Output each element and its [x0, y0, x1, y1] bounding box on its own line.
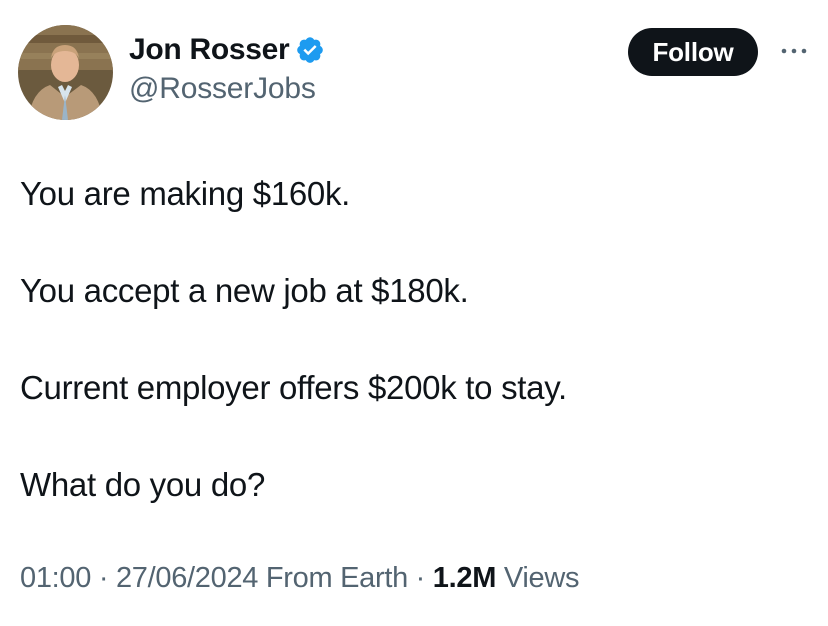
tweet-line: What do you do?: [20, 466, 265, 503]
more-options-icon[interactable]: [780, 44, 808, 58]
verified-badge-icon[interactable]: [295, 35, 325, 65]
author-handle[interactable]: @RosserJobs: [129, 72, 316, 106]
tweet-source: From Earth: [265, 562, 408, 594]
profile-photo: [18, 25, 113, 120]
tweet-meta: 01:00 · 27/06/2024 From Earth · 1.2M Vie…: [20, 562, 579, 595]
follow-button[interactable]: Follow: [628, 28, 758, 76]
meta-separator: ·: [91, 562, 116, 594]
tweet-text: You are making $160k. You accept a new j…: [20, 170, 810, 558]
tweet-date[interactable]: 27/06/2024: [116, 562, 258, 594]
views-label[interactable]: Views: [504, 562, 580, 594]
tweet-line: You are making $160k.: [20, 175, 351, 212]
meta-separator: ·: [407, 562, 433, 594]
views-count[interactable]: 1.2M: [433, 562, 497, 594]
author-name-row: Jon Rosser: [129, 30, 325, 70]
avatar[interactable]: [18, 25, 113, 120]
tweet-line: You accept a new job at $180k.: [20, 272, 469, 309]
tweet-line: Current employer offers $200k to stay.: [20, 369, 567, 406]
tweet-time[interactable]: 01:00: [20, 562, 91, 594]
author-display-name[interactable]: Jon Rosser: [129, 33, 290, 67]
